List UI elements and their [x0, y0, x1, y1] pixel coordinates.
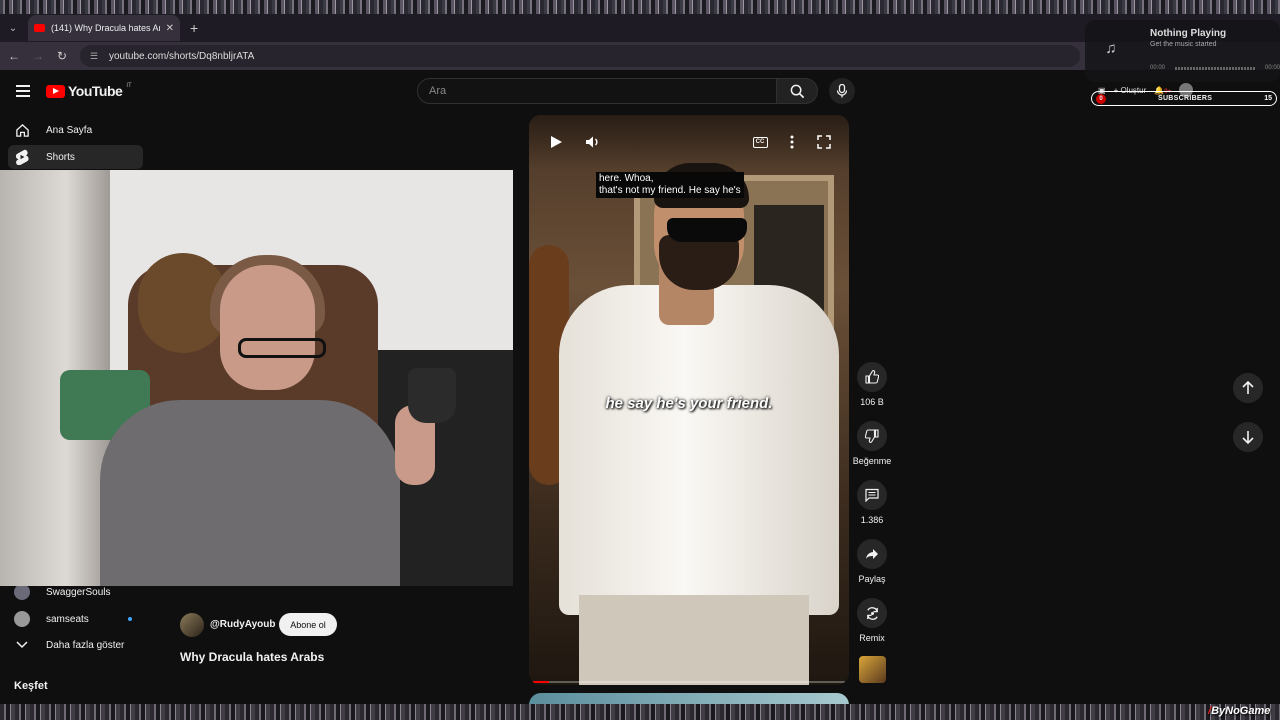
sidebar-item-label: Ana Sayfa: [46, 124, 93, 136]
burned-in-caption: he say he's your friend.: [605, 395, 773, 412]
sidebar-show-more[interactable]: Daha fazla göster: [8, 633, 143, 657]
subscription-label: SwaggerSouls: [46, 586, 111, 598]
closed-caption: here. Whoa, that's not my friend. He say…: [596, 172, 744, 198]
streamer-watermark: /ByNoGame: [1208, 705, 1270, 717]
subscription-label: samseats: [46, 613, 89, 625]
video-title[interactable]: Why Dracula hates Arabs: [180, 650, 324, 664]
fullscreen-icon: [817, 135, 831, 149]
sidebar-subscription-samseats[interactable]: samseats: [8, 607, 143, 631]
avatar: [14, 611, 30, 627]
comments-button[interactable]: 1.386: [848, 480, 896, 525]
video-progress-fill: [533, 681, 549, 683]
new-tab-button[interactable]: +: [190, 20, 198, 36]
browser-tab[interactable]: (141) Why Dracula hates Arabs ✕: [28, 15, 180, 41]
like-button[interactable]: 106 B: [848, 362, 896, 407]
sidebar-item-home[interactable]: Ana Sayfa: [8, 118, 143, 142]
stream-noise-bottom: [0, 704, 1280, 720]
address-bar[interactable]: ☰ youtube.com/shorts/Dq8nbljrATA: [80, 45, 1080, 67]
search-button[interactable]: [776, 78, 818, 104]
thumbs-down-icon: [857, 421, 887, 451]
search-icon: [790, 84, 804, 98]
music-progress-bar: [1175, 67, 1255, 70]
sound-thumbnail[interactable]: [859, 656, 886, 683]
stream-noise-top: [0, 0, 1280, 14]
chevron-down-icon: [14, 637, 30, 653]
reload-button[interactable]: ↻: [50, 49, 74, 63]
avatar: [14, 584, 30, 600]
arrow-down-icon: [1242, 431, 1254, 444]
like-count: 106 B: [860, 397, 884, 407]
dislike-button[interactable]: Beğenme: [848, 421, 896, 466]
sidebar-item-label: Shorts: [46, 151, 75, 163]
music-time-end: 00:00: [1264, 65, 1280, 71]
back-button[interactable]: ←: [2, 49, 26, 63]
share-label: Paylaş: [858, 574, 886, 584]
music-note-icon: ♫: [1105, 40, 1117, 57]
mute-button[interactable]: [581, 131, 603, 153]
subscriber-goal-bar: 0 SUBSCRIBERS 15: [1091, 91, 1277, 106]
webcam-feed: [0, 170, 513, 586]
thumbs-up-icon: [857, 362, 887, 392]
shorts-video-player[interactable]: CC here. Whoa, that's not my friend. He …: [529, 115, 849, 685]
more-options-button[interactable]: [781, 131, 803, 153]
fullscreen-button[interactable]: [813, 131, 835, 153]
youtube-logo-icon: [46, 84, 65, 98]
explore-heading: Keşfet: [14, 680, 48, 692]
remix-label: Remix: [859, 633, 885, 643]
music-widget: ♫ Nothing Playing Get the music started …: [1085, 20, 1280, 82]
play-button[interactable]: [545, 131, 567, 153]
sidebar-item-shorts[interactable]: Shorts: [8, 145, 143, 169]
arrow-up-icon: [1242, 381, 1254, 394]
channel-avatar[interactable]: [180, 613, 204, 637]
tab-close-icon[interactable]: ✕: [166, 23, 174, 34]
site-info-icon[interactable]: ☰: [90, 51, 101, 62]
comment-count: 1.386: [860, 515, 884, 525]
show-more-label: Daha fazla göster: [46, 639, 125, 651]
tab-search-button[interactable]: ⌄: [2, 17, 24, 39]
play-icon: [550, 136, 562, 148]
logo-country: IT: [126, 83, 132, 89]
search-box: [417, 78, 777, 104]
subscriber-start-count: 0: [1096, 93, 1106, 104]
search-input[interactable]: [429, 85, 776, 97]
video-controls: CC: [529, 115, 849, 169]
share-icon: [857, 539, 887, 569]
captions-icon: CC: [752, 136, 768, 148]
music-time-start: 00:00: [1150, 65, 1166, 71]
voice-search-button[interactable]: [829, 78, 855, 104]
next-short-button[interactable]: [1233, 422, 1263, 452]
microphone-icon: [836, 84, 848, 98]
share-button[interactable]: Paylaş: [848, 539, 896, 584]
caption-line-2: that's not my friend. He say he's: [599, 185, 741, 196]
caption-line-1: here. Whoa,: [599, 173, 654, 184]
subscribe-button[interactable]: Abone ol: [279, 613, 337, 636]
volume-icon: [585, 136, 597, 148]
shorts-icon: [14, 149, 30, 165]
dislike-label: Beğenme: [852, 456, 892, 466]
tab-title: (141) Why Dracula hates Arabs: [51, 23, 160, 33]
home-icon: [14, 122, 30, 138]
previous-short-button[interactable]: [1233, 373, 1263, 403]
screen: ⌄ (141) Why Dracula hates Arabs ✕ + ← → …: [0, 0, 1280, 720]
channel-name[interactable]: @RudyAyoub: [210, 619, 276, 630]
youtube-favicon-icon: [34, 24, 45, 32]
youtube-logo[interactable]: YouTube IT: [46, 83, 132, 99]
more-vert-icon: [790, 135, 794, 149]
video-progress-bar[interactable]: [533, 681, 845, 683]
remix-button[interactable]: Remix: [848, 598, 896, 643]
new-content-dot: [128, 617, 132, 621]
comment-icon: [857, 480, 887, 510]
logo-text: YouTube: [68, 83, 123, 99]
url-text: youtube.com/shorts/Dq8nbljrATA: [109, 50, 255, 62]
music-subtitle: Get the music started: [1150, 41, 1217, 48]
subscriber-label: SUBSCRIBERS: [1157, 95, 1213, 102]
remix-icon: [857, 598, 887, 628]
forward-button[interactable]: →: [26, 49, 50, 63]
music-title: Nothing Playing: [1150, 28, 1227, 39]
watermark-text: ByNoGame: [1211, 705, 1271, 717]
subscriber-goal-count: 15: [1264, 95, 1272, 102]
captions-button[interactable]: CC: [749, 131, 771, 153]
menu-icon[interactable]: [16, 82, 30, 100]
